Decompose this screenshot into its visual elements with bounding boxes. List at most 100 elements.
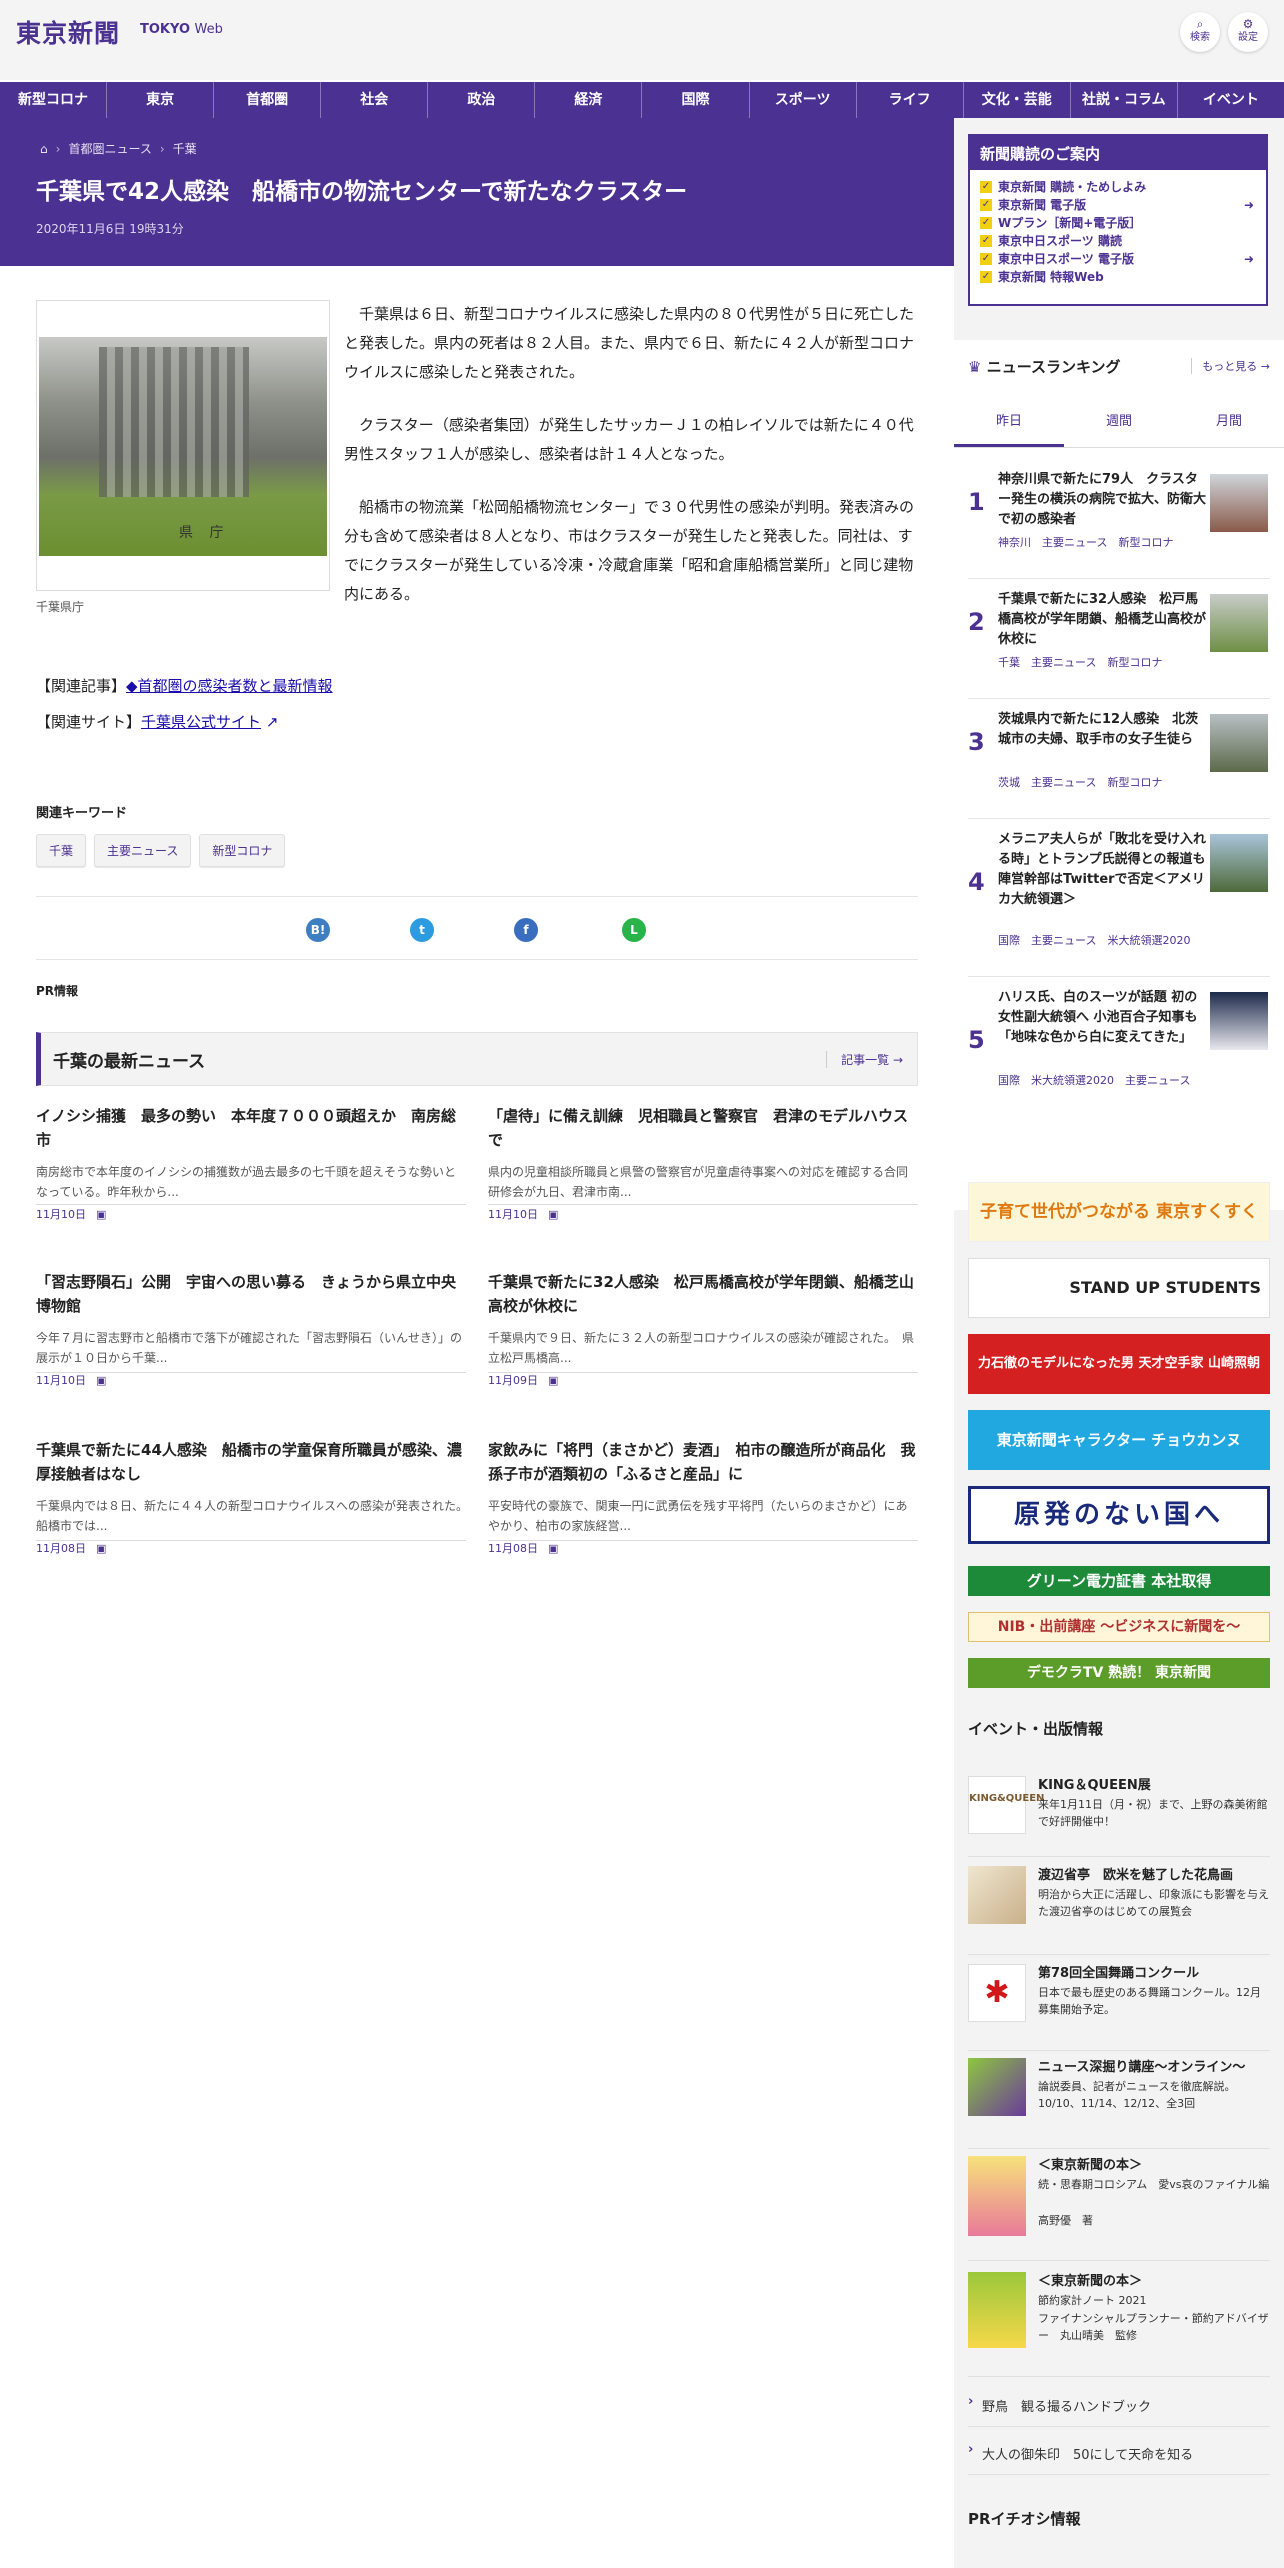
search-button[interactable]: ⌕ 検索 — [1180, 12, 1220, 52]
divider-line — [968, 2148, 1270, 2149]
nav-item[interactable]: 国際 — [641, 82, 748, 118]
news-meta: 11月10日 ▣ — [36, 1372, 466, 1388]
event-desc: 日本で最も歴史のある舞踊コンクール。12月募集開始予定。 — [1038, 1986, 1261, 2016]
banner-chokanu[interactable]: 東京新聞キャラクター チョウカンヌ — [968, 1410, 1270, 1470]
subscription-title: 新聞購読のご案内 — [970, 136, 1266, 170]
article-photo[interactable] — [36, 300, 330, 591]
home-icon[interactable]: ⌂ — [40, 142, 48, 156]
news-desc: 南房総市で本年度のイノシシの捕獲数が過去最多の七千頭を超えそうな勢いとなっている… — [36, 1165, 457, 1199]
event-item[interactable]: ニュース深掘り講座～オンライン～ 論説委員、記者がニュースを徹底解説。10/10… — [968, 2058, 1270, 2149]
facebook-icon[interactable]: f — [514, 918, 538, 942]
nav-item[interactable]: ライフ — [855, 82, 963, 118]
nav-item[interactable]: スポーツ — [748, 82, 856, 118]
news-item[interactable]: 千葉県で新たに32人感染 松戸馬橋高校が学年閉鎖、船橋芝山高校が休校に 千葉県内… — [488, 1270, 918, 1388]
news-title: 「虐待」に備え訓練 児相職員と警察官 君津のモデルハウスで — [488, 1107, 909, 1149]
search-icon: ⌕ — [1196, 17, 1204, 31]
divider-line — [488, 1204, 918, 1205]
keyword-tag[interactable]: 新型コロナ — [199, 834, 286, 867]
ranking-item-title: 神奈川県で新たに79人 クラスター発生の横浜の病院で拡大、防衛大で初の感染者 — [998, 472, 1207, 527]
nav-item[interactable]: 社会 — [320, 82, 427, 118]
news-ranking: ♛ ニュースランキング もっと見る → 昨日 週間 月間 1 神奈川県で新たに7… — [954, 340, 1284, 1210]
subscription-item[interactable]: 東京新聞 購読・ためしよみ — [980, 178, 1256, 196]
banner-green-power[interactable]: グリーン電力証書 本社取得 — [968, 1566, 1270, 1596]
breadcrumb-item[interactable]: 千葉 — [173, 142, 197, 156]
article-header: ⌂ › 首都圏ニュース › 千葉 千葉県で42人感染 船橋市の物流センターで新たなクラス… — [0, 118, 954, 266]
divider-line — [968, 2426, 1270, 2427]
subscription-item-label: 東京中日スポーツ 電子版 — [998, 252, 1134, 266]
event-item[interactable]: ＜東京新聞の本＞ 節約家計ノート 2021 ファイナンシャルプランナー・節約アド… — [968, 2272, 1270, 2377]
nav-item[interactable]: イベント — [1176, 82, 1284, 118]
ranking-more-label: もっと見る — [1202, 360, 1258, 373]
nav-item[interactable]: 文化・芸能 — [962, 82, 1070, 118]
related-article-link[interactable]: ◆首都圏の感染者数と最新情報 — [126, 677, 333, 695]
divider — [488, 1540, 918, 1541]
banner-sukusuku[interactable]: 子育て世代がつながる 東京すくすく — [968, 1182, 1270, 1242]
event-item[interactable]: 渡辺省亭 欧米を魅了した花鳥画 明治から大正に活躍し、印象派にも影響を与えた渡辺… — [968, 1866, 1270, 1955]
nav-item[interactable]: 経済 — [534, 82, 641, 118]
event-item[interactable]: KING&QUEEN KING＆QUEEN展 来年1月11日（月・祝）まで、上野… — [968, 1776, 1270, 1857]
divider-line — [488, 1372, 918, 1373]
related-site-link[interactable]: 千葉県公式サイト — [141, 713, 261, 731]
sidebar-link[interactable]: 大人の御朱印 50にして天命を知る — [968, 2442, 1270, 2463]
banner-genpatsu[interactable]: 原発のない国へ — [968, 1486, 1270, 1544]
news-title: 千葉県で新たに44人感染 船橋市の学童保育所職員が感染、濃厚接触者はなし — [36, 1441, 462, 1483]
latest-more-link[interactable]: 記事一覧 → — [826, 1051, 903, 1068]
nav-item[interactable]: 政治 — [427, 82, 534, 118]
banner-rikiishi[interactable]: 力石徹のモデルになった男 天才空手家 山崎照朝 — [968, 1334, 1270, 1394]
news-item[interactable]: 「習志野隕石」公開 宇宙への思い募る きょうから県立中央博物館 今年７月に習志野… — [36, 1270, 466, 1388]
event-item[interactable]: ＜東京新聞の本＞ 続・思春期コロシアム 愛vs哀のファイナル編 高野優 著 — [968, 2156, 1270, 2261]
event-thumbnail: ✱ — [968, 1964, 1026, 2022]
keyword-tag[interactable]: 主要ニュース — [94, 834, 192, 867]
events-title: イベント・出版情報 — [968, 1720, 1104, 1738]
subscription-list: 東京新聞 購読・ためしよみ 東京新聞 電子版 ➜ Wプラン［新聞+電子版］ 東京中… — [970, 170, 1266, 294]
sidebar-link[interactable]: 野鳥 観る撮るハンドブック — [968, 2394, 1270, 2415]
banner-standup[interactable]: STAND UP STUDENTS — [968, 1258, 1270, 1318]
twitter-icon[interactable]: t — [410, 918, 434, 942]
banner-label: 子育て世代がつながる 東京すくすく — [980, 1202, 1258, 1222]
share-bar: B! t f L — [36, 896, 918, 960]
ranking-item-title: ハリス氏、白のスーツが話題 初の女性副大統領へ 小池百合子知事も「地味な色から白… — [998, 990, 1198, 1045]
divider-line — [968, 578, 1270, 579]
related-links: 【関連記事】◆首都圏の感染者数と最新情報 【関連サイト】千葉県公式サイト ↗ — [36, 668, 333, 740]
ranking-more-link[interactable]: もっと見る → — [1191, 358, 1270, 374]
news-title: イノシシ捕獲 最多の勢い 本年度７０００頭超えか 南房総市 — [36, 1107, 457, 1149]
news-item[interactable]: 家飲みに「将門（まさかど）麦酒」 柏市の醸造所が商品化 我孫子市が酒類初の「ふる… — [488, 1438, 918, 1556]
related-article-label: 【関連記事】 — [36, 677, 127, 695]
breadcrumb-item[interactable]: 首都圏ニュース — [68, 142, 151, 156]
nav-item[interactable]: 首都圏 — [213, 82, 320, 118]
rank-number: 5 — [968, 1026, 985, 1054]
subscription-item-label: Wプラン［新聞+電子版］ — [998, 216, 1142, 230]
banner-nib[interactable]: NIB・出前講座 ～ビジネスに新聞を～ — [968, 1612, 1270, 1642]
banner-label: 力石徹のモデルになった男 天才空手家 山崎照朝 — [977, 1356, 1261, 1371]
event-title: 第78回全国舞踊コンクール — [1038, 1966, 1200, 1981]
settings-button[interactable]: ⚙ 設定 — [1228, 12, 1268, 52]
subscription-item[interactable]: 東京新聞 電子版 ➜ — [980, 196, 1256, 214]
subscription-item[interactable]: 東京中日スポーツ 電子版 ➜ — [980, 250, 1256, 268]
news-meta: 11月08日 ▣ — [488, 1540, 918, 1556]
banner-label: 原発のない国へ — [1013, 1500, 1224, 1530]
ranking-item-title: 茨城県内で新たに12人感染 北茨城市の夫婦、取手市の女子生徒ら — [998, 712, 1199, 747]
news-item[interactable]: 千葉県で新たに44人感染 船橋市の学童保育所職員が感染、濃厚接触者はなし 千葉県… — [36, 1438, 474, 1556]
related-site-label: 【関連サイト】 — [36, 713, 142, 731]
subscription-item[interactable]: 東京新聞 特報Web — [980, 268, 1256, 286]
event-item[interactable]: ✱ 第78回全国舞踊コンクール 日本で最も歴史のある舞踊コンクール。12月募集開… — [968, 1964, 1270, 2051]
news-title: 千葉県で新たに32人感染 松戸馬橋高校が学年閉鎖、船橋芝山高校が休校に — [488, 1273, 914, 1315]
tab-weekly[interactable]: 週間 — [1064, 396, 1174, 447]
site-logo[interactable]: 東京新聞 — [16, 14, 120, 50]
keyword-tag[interactable]: 千葉 — [36, 834, 87, 867]
tab-monthly[interactable]: 月間 — [1174, 396, 1284, 447]
news-desc: 県内の児童相談所職員と県警の警察官が児童虐待事案への対応を確認する合同研修会が九… — [488, 1165, 909, 1199]
subscription-item-label: 東京新聞 電子版 — [998, 198, 1087, 212]
nav-item[interactable]: 東京 — [106, 82, 213, 118]
nav-item[interactable]: 新型コロナ — [0, 82, 106, 118]
line-icon[interactable]: L — [622, 918, 646, 942]
subscription-item[interactable]: Wプラン［新聞+電子版］ — [980, 214, 1256, 232]
hatena-icon[interactable]: B! — [306, 918, 330, 942]
news-date: 11月09日 — [488, 1374, 538, 1387]
nav-item[interactable]: 社説・コラム — [1069, 82, 1177, 118]
subscription-item[interactable]: 東京中日スポーツ 購読 — [980, 232, 1256, 250]
banner-democra-tv[interactable]: デモクラTV 熟読！ 東京新聞 — [968, 1658, 1270, 1688]
event-desc: 続・思春期コロシアム 愛vs哀のファイナル編 — [1038, 2178, 1270, 2191]
news-desc: 平安時代の豪族で、関東一円に武勇伝を残す平将門（たいらのまさかど）にあやかり、柏… — [488, 1499, 908, 1533]
tab-daily[interactable]: 昨日 — [954, 396, 1064, 447]
